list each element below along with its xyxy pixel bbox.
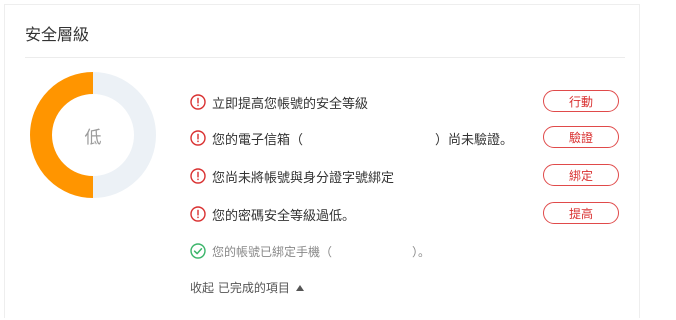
todo-item-text: 立即提高您帳號的安全等級 (212, 97, 369, 112)
completed-item-text-closing: ）。 (412, 245, 431, 259)
completed-item-text: 您的帳號已綁定手機（ (212, 245, 333, 259)
collapse-label: 收起 已完成的項目 (190, 281, 290, 295)
security-level-label: 低 (84, 127, 102, 148)
todo-item-verify-email: 您的電子信箱（ ）尚未驗證。 驗證 (186, 126, 626, 150)
todo-item-text: 您的電子信箱（ (212, 133, 304, 148)
completed-item-phone: 您的帳號已綁定手機（ ）。 (186, 239, 626, 263)
todo-item-text-closing: ）尚未驗證。 (435, 133, 514, 148)
bind-button[interactable]: 綁定 (543, 164, 619, 186)
collapse-completed-toggle[interactable]: 收起 已完成的項目 (190, 279, 304, 296)
todo-item-bind-id: 您尚未將帳號與身分證字號綁定 綁定 (186, 164, 626, 188)
todo-item-text: 您尚未將帳號與身分證字號綁定 (212, 171, 395, 186)
warning-icon (190, 130, 206, 146)
raise-button[interactable]: 提高 (543, 202, 619, 224)
todo-item-raise-level: 立即提高您帳號的安全等級 行動 (186, 90, 626, 114)
warning-icon (190, 168, 206, 184)
warning-icon (190, 206, 206, 222)
warning-icon (190, 94, 206, 110)
divider (25, 57, 625, 58)
panel-title: 安全層級 (25, 25, 90, 44)
check-circle-icon (190, 243, 206, 259)
triangle-up-icon (295, 285, 304, 291)
todo-item-password: 您的密碼安全等級過低。 提高 (186, 202, 626, 226)
todo-item-text: 您的密碼安全等級過低。 (212, 209, 356, 224)
action-button[interactable]: 行動 (543, 90, 619, 112)
verify-button[interactable]: 驗證 (543, 126, 619, 148)
